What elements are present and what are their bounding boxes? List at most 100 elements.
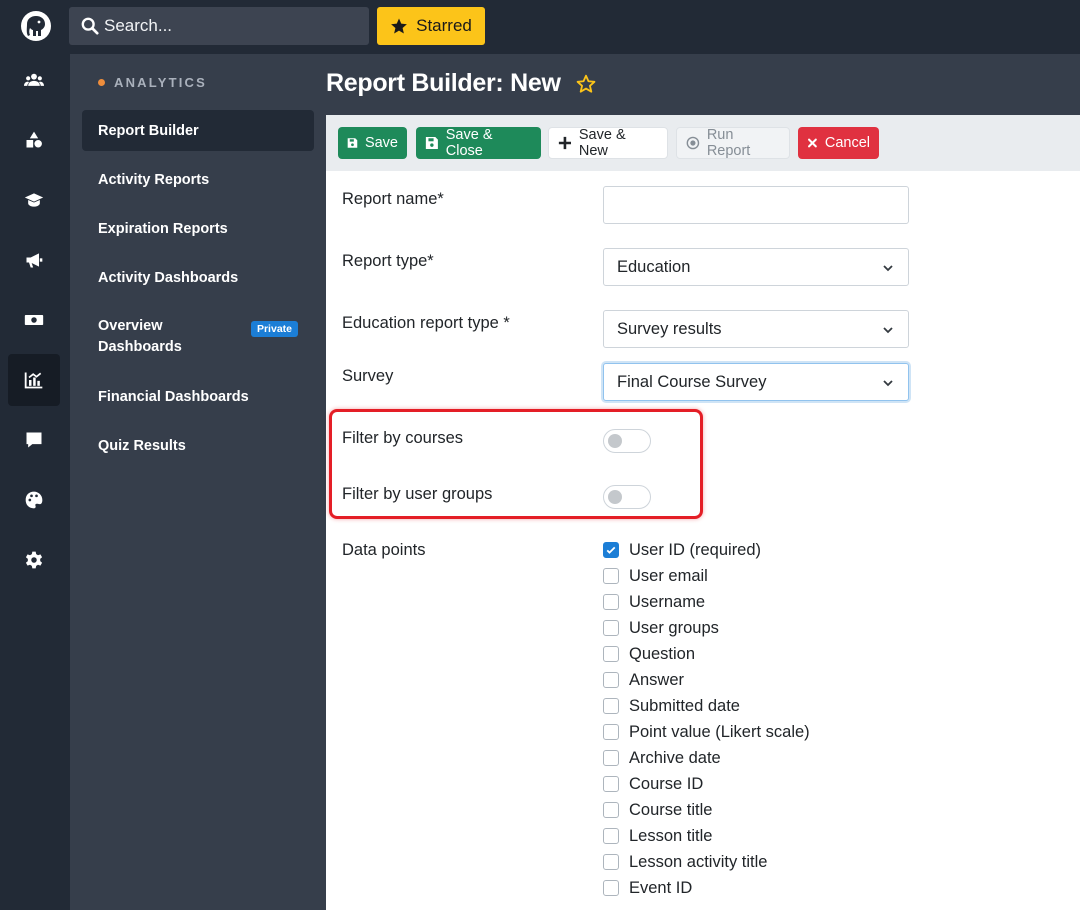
checkbox[interactable] [603, 594, 619, 610]
top-bar: Starred [0, 0, 1080, 54]
checkbox[interactable] [603, 776, 619, 792]
shapes-icon[interactable] [8, 114, 60, 166]
data-point-user-id[interactable]: User ID (required) [603, 540, 761, 560]
floppy-disk-icon [425, 136, 438, 150]
sidebar-item-activity-dashboards[interactable]: Activity Dashboards [82, 257, 314, 298]
star-icon [391, 18, 407, 34]
sidebar-item-label: Financial Dashboards [98, 388, 249, 405]
search-input[interactable] [104, 16, 344, 36]
report-form: Report name* Report type* Education Educ… [326, 171, 1080, 910]
sidebar-item-overview-dashboards[interactable]: Overview Dashboards Private [82, 306, 314, 368]
cancel-label: Cancel [824, 135, 870, 151]
save-close-button[interactable]: Save & Close [416, 127, 541, 159]
checkbox[interactable] [603, 724, 619, 740]
education-report-type-select[interactable]: Survey results [603, 310, 909, 348]
toolbar: Save Save & Close Save & New Run Report … [326, 115, 1080, 171]
palette-icon[interactable] [8, 474, 60, 526]
main-content: Report Builder: New Save Save & Close Sa… [326, 54, 1080, 910]
data-point-point-value[interactable]: Point value (Likert scale) [603, 722, 810, 742]
data-point-submitted-date[interactable]: Submitted date [603, 696, 740, 716]
users-icon[interactable] [8, 54, 60, 106]
sidebar-item-activity-reports[interactable]: Activity Reports [82, 159, 314, 200]
sidebar-item-financial-dashboards[interactable]: Financial Dashboards [82, 376, 314, 417]
icon-rail [0, 54, 69, 910]
search-box[interactable] [69, 7, 369, 45]
checkbox[interactable] [603, 620, 619, 636]
elephant-logo-icon[interactable] [20, 10, 52, 42]
gear-icon[interactable] [8, 534, 60, 586]
data-point-label: Point value (Likert scale) [629, 722, 810, 741]
sidebar-section-title: ANALYTICS [98, 75, 207, 90]
chevron-down-icon [883, 380, 893, 387]
data-points-label: Data points [342, 541, 426, 559]
checkbox[interactable] [603, 750, 619, 766]
education-report-type-value: Survey results [617, 319, 722, 338]
data-point-answer[interactable]: Answer [603, 670, 684, 690]
run-report-label: Run Report [706, 127, 751, 159]
toggle-knob [608, 490, 622, 504]
checkbox[interactable] [603, 672, 619, 688]
sidebar-item-report-builder[interactable]: Report Builder [82, 110, 314, 151]
toggle-knob [608, 434, 622, 448]
graduation-cap-icon[interactable] [8, 174, 60, 226]
page-title: Report Builder: New [326, 69, 597, 98]
checkbox[interactable] [603, 802, 619, 818]
floppy-disk-icon [347, 138, 358, 148]
data-point-label: Archive date [629, 748, 721, 767]
survey-select[interactable]: Final Course Survey [603, 363, 909, 401]
checkbox[interactable] [603, 542, 619, 558]
sidebar-item-label: Overview Dashboards [98, 318, 182, 355]
education-report-type-label: Education report type * [342, 314, 510, 332]
run-report-button[interactable]: Run Report [676, 127, 790, 159]
starred-label: Starred [416, 16, 472, 35]
data-point-user-email[interactable]: User email [603, 566, 708, 586]
data-point-label: Username [629, 592, 706, 611]
record-circle-icon [686, 136, 700, 150]
money-icon[interactable] [8, 294, 60, 346]
page-title-text: Report Builder: New [326, 69, 561, 97]
chart-icon[interactable] [8, 354, 60, 406]
data-point-lesson-activity-title[interactable]: Lesson activity title [603, 852, 767, 872]
sidebar-item-label: Activity Dashboards [98, 269, 239, 286]
report-type-select[interactable]: Education [603, 248, 909, 286]
data-point-user-groups[interactable]: User groups [603, 618, 719, 638]
checkbox[interactable] [603, 568, 619, 584]
survey-label: Survey [342, 367, 394, 385]
sidebar-item-quiz-results[interactable]: Quiz Results [82, 425, 314, 466]
data-point-lesson-title[interactable]: Lesson title [603, 826, 712, 846]
data-point-label: Answer [629, 670, 685, 689]
sidebar-item-label: Quiz Results [98, 437, 186, 454]
data-point-label: Submitted date [629, 696, 740, 715]
save-new-button[interactable]: Save & New [548, 127, 668, 159]
data-point-course-title[interactable]: Course title [603, 800, 712, 820]
star-outline-icon[interactable] [575, 73, 597, 95]
filter-by-courses-toggle[interactable] [603, 429, 651, 453]
section-title-text: ANALYTICS [114, 75, 207, 90]
cancel-button[interactable]: Cancel [798, 127, 879, 159]
comment-icon[interactable] [8, 414, 60, 466]
checkbox[interactable] [603, 880, 619, 896]
sidebar-item-label: Activity Reports [98, 171, 210, 188]
data-point-label: Lesson activity title [629, 852, 768, 871]
check-icon [606, 546, 616, 554]
data-point-label: User groups [629, 618, 719, 637]
checkbox[interactable] [603, 698, 619, 714]
starred-button[interactable]: Starred [377, 7, 485, 45]
chevron-down-icon [883, 265, 893, 272]
data-point-username[interactable]: Username [603, 592, 705, 612]
megaphone-icon[interactable] [8, 234, 60, 286]
sidebar-item-expiration-reports[interactable]: Expiration Reports [82, 208, 314, 249]
filter-by-user-groups-toggle[interactable] [603, 485, 651, 509]
checkbox[interactable] [603, 828, 619, 844]
data-point-archive-date[interactable]: Archive date [603, 748, 721, 768]
save-button[interactable]: Save [338, 127, 407, 159]
data-point-label: Event ID [629, 878, 693, 897]
report-name-field[interactable] [603, 186, 909, 224]
checkbox[interactable] [603, 646, 619, 662]
data-point-event-id[interactable]: Event ID [603, 878, 692, 898]
sidebar-item-label: Report Builder [98, 122, 199, 139]
data-point-course-id[interactable]: Course ID [603, 774, 703, 794]
data-point-question[interactable]: Question [603, 644, 695, 664]
report-type-label: Report type* [342, 252, 434, 270]
checkbox[interactable] [603, 854, 619, 870]
